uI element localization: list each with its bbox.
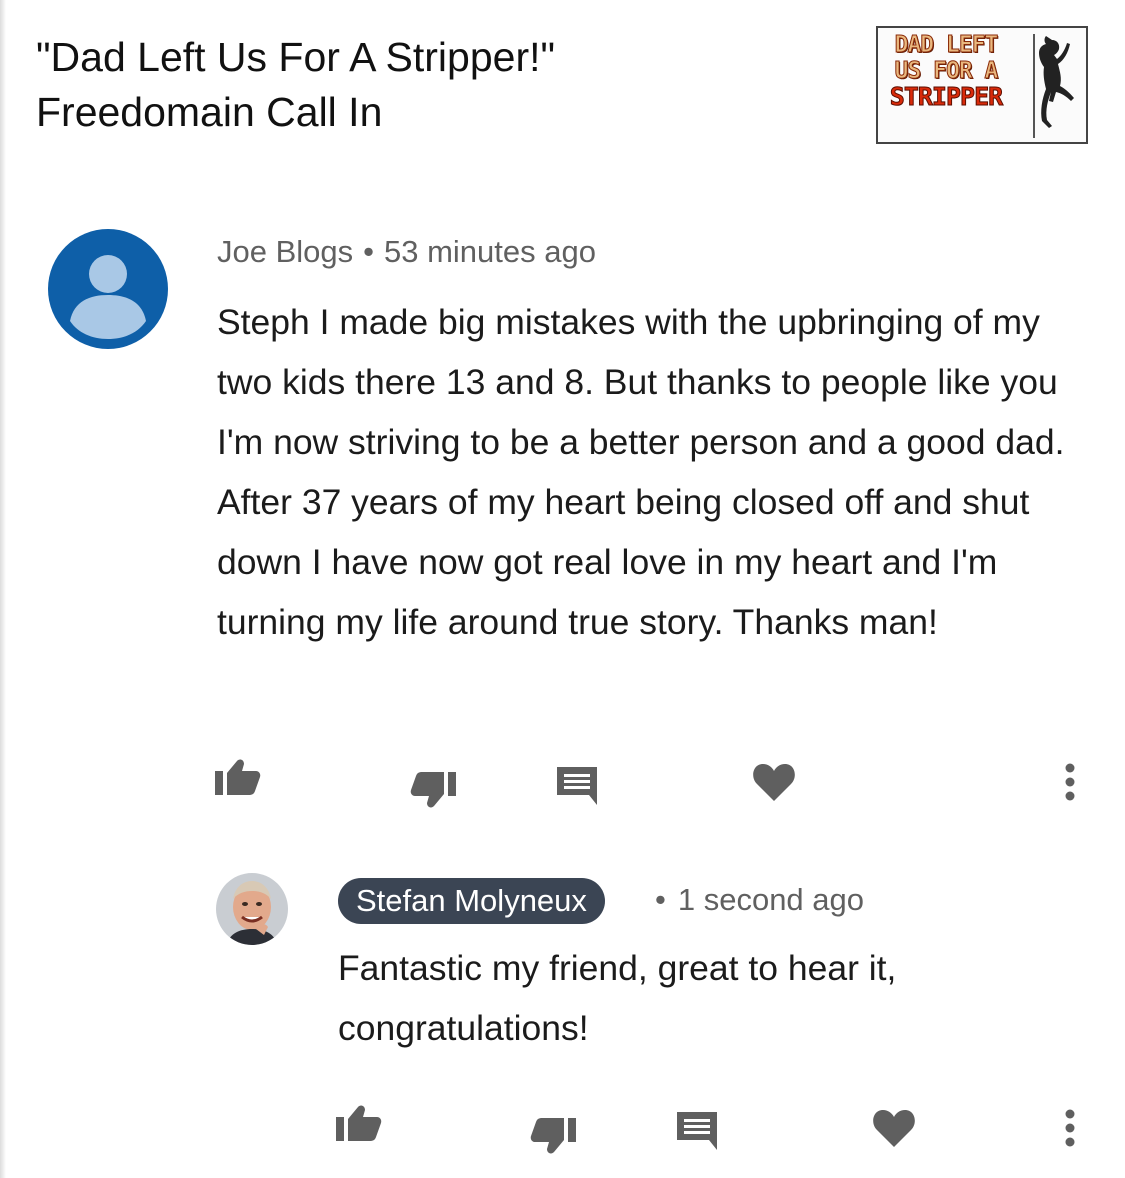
heart-icon[interactable]: [752, 762, 796, 802]
reply-text: Fantastic my friend, great to hear it, c…: [338, 948, 897, 1048]
thumbnail-caption-line-1: DAD LEFT: [894, 32, 999, 59]
dancer-silhouette-image: [1033, 34, 1074, 138]
thumb-up-icon[interactable]: [334, 1103, 384, 1143]
reply-timestamp[interactable]: 1 second ago: [678, 882, 864, 917]
joe-blogs-avatar[interactable]: [48, 229, 168, 349]
more-vert-icon[interactable]: [1062, 1108, 1078, 1148]
thumb-up-icon[interactable]: [213, 757, 263, 797]
video-thumbnail[interactable]: DAD LEFT US FOR A STRIPPER: [876, 26, 1088, 144]
thumbnail-caption-line-2: US FOR A: [894, 58, 999, 85]
more-vert-icon[interactable]: [1062, 762, 1078, 802]
thumb-down-icon[interactable]: [528, 1116, 578, 1156]
thumb-down-icon[interactable]: [408, 770, 458, 810]
video-title[interactable]: "Dad Left Us For A Stripper!" Freedomain…: [36, 30, 796, 140]
meta-separator: •: [363, 234, 374, 269]
thumbnail-caption-line-3: STRIPPER: [889, 82, 1003, 111]
comment-meta: Joe Blogs • 53 minutes ago: [217, 234, 596, 270]
comment-timestamp[interactable]: 53 minutes ago: [384, 234, 596, 269]
video-title-line-1: "Dad Left Us For A Stripper!": [36, 34, 556, 80]
video-title-line-2: Freedomain Call In: [36, 89, 383, 135]
reply-author-chip[interactable]: Stefan Molyneux: [338, 878, 605, 924]
reply-meta: • 1 second ago: [655, 882, 864, 918]
reply-icon[interactable]: [675, 1110, 719, 1150]
heart-icon[interactable]: [872, 1108, 916, 1148]
comment-author-name[interactable]: Joe Blogs: [217, 234, 353, 269]
meta-separator: •: [655, 882, 666, 917]
comment-text: Steph I made big mistakes with the upbri…: [217, 302, 1065, 642]
stefan-molyneux-avatar[interactable]: [216, 873, 288, 945]
thumbnail-caption: DAD LEFT US FOR A STRIPPER: [878, 32, 1014, 111]
reply-icon[interactable]: [555, 765, 599, 805]
left-edge-shadow: [0, 0, 6, 1178]
